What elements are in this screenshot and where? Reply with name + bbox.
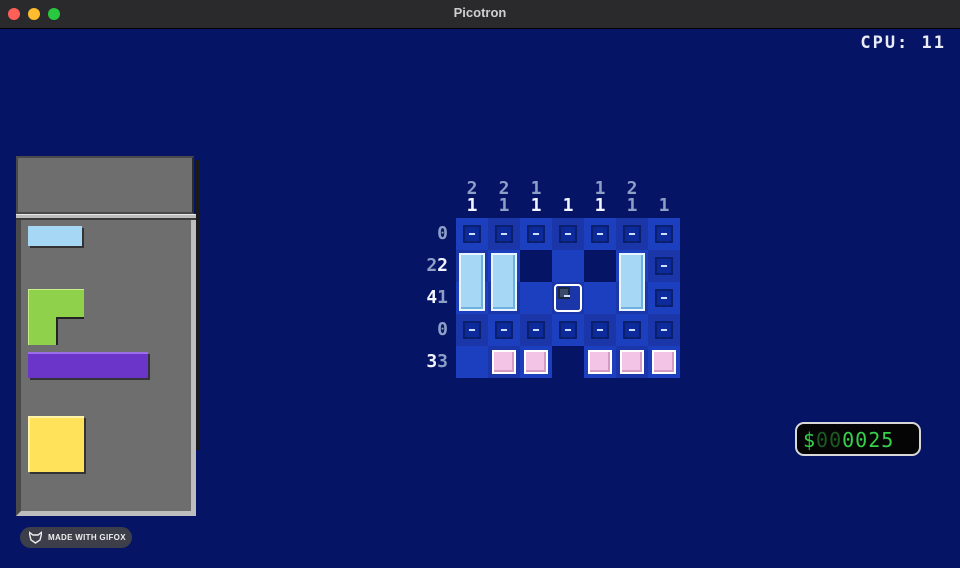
green-l-piece[interactable] [28,289,84,345]
board-cell[interactable] [584,218,616,250]
hidden-tile-icon [559,225,577,243]
hidden-tile-icon [623,225,641,243]
board-cell[interactable] [648,282,680,314]
window-title: Picotron [453,5,507,20]
col-1-clue-bottom: 1 [466,195,478,216]
board-cell[interactable] [488,218,520,250]
hidden-tile-icon [527,321,545,339]
hidden-tile-icon [559,321,577,339]
hidden-tile-icon [495,225,513,243]
hidden-tile-icon [495,321,513,339]
placed-light-blue-piece[interactable] [491,253,517,311]
board-cell[interactable] [584,314,616,346]
col-5-clue-bottom: 1 [594,195,606,216]
board-cell-empty[interactable] [520,250,552,282]
placed-pink-tile[interactable] [620,350,644,374]
board-cell[interactable] [552,314,584,346]
piece-tray [16,156,196,516]
row-3-clue: 41 [426,287,448,308]
tray-lid [16,156,194,214]
light-blue-bar-piece[interactable] [28,226,82,246]
hidden-tile-icon [527,225,545,243]
board-cell[interactable] [616,314,648,346]
board-cell[interactable] [552,218,584,250]
board-cell[interactable] [456,346,488,378]
board-cell-empty[interactable] [552,346,584,378]
placed-light-blue-piece[interactable] [459,253,485,311]
board-cell[interactable] [616,218,648,250]
placed-pink-tile[interactable] [492,350,516,374]
row-2-clue: 22 [426,255,448,276]
col-2-clue-bottom: 1 [498,195,510,216]
board-cell[interactable] [648,250,680,282]
board-cell[interactable] [584,282,616,314]
hidden-tile-icon [591,321,609,339]
col-7-clue-bottom: 1 [658,195,670,216]
row-4-clue: 0 [437,319,448,340]
placed-light-blue-piece[interactable] [619,253,645,311]
money-value: $000025 [803,428,895,452]
hidden-tile-icon [463,225,481,243]
col-4-clue-bottom: 1 [562,195,574,216]
board-cell[interactable] [552,250,584,282]
board-cell[interactable] [456,314,488,346]
col-6-clue-bottom: 1 [626,195,638,216]
board-cell[interactable] [648,314,680,346]
gifox-badge[interactable]: MADE WITH GIFOX [20,527,132,548]
cpu-readout: CPU: 11 [860,33,946,53]
placed-pink-tile[interactable] [524,350,548,374]
selection-cursor [554,284,582,312]
col-3-clue-bottom: 1 [530,195,542,216]
row-5-clue: 33 [426,351,448,372]
placed-pink-tile[interactable] [588,350,612,374]
window-titlebar: Picotron [0,0,960,29]
hidden-tile-icon [591,225,609,243]
hidden-tile-icon [655,289,673,307]
board-cell-empty[interactable] [584,250,616,282]
puzzle-board[interactable] [456,218,680,378]
hidden-tile-icon [655,257,673,275]
board-cell[interactable] [520,218,552,250]
tray-shadow [196,160,200,450]
board-cell[interactable] [520,282,552,314]
fox-icon [29,531,42,544]
hidden-tile-icon [623,321,641,339]
hidden-tile-icon [655,225,673,243]
hidden-tile-icon [655,321,673,339]
board-cell[interactable] [456,218,488,250]
board-cell[interactable] [648,218,680,250]
yellow-square-piece[interactable] [28,416,84,472]
purple-bar-piece[interactable] [28,352,148,378]
hidden-tile-icon [463,321,481,339]
row-1-clue: 0 [437,223,448,244]
gifox-label: MADE WITH GIFOX [48,533,126,542]
board-cell[interactable] [488,314,520,346]
placed-pink-tile[interactable] [652,350,676,374]
money-counter: $000025 [795,422,921,456]
board-cell[interactable] [520,314,552,346]
